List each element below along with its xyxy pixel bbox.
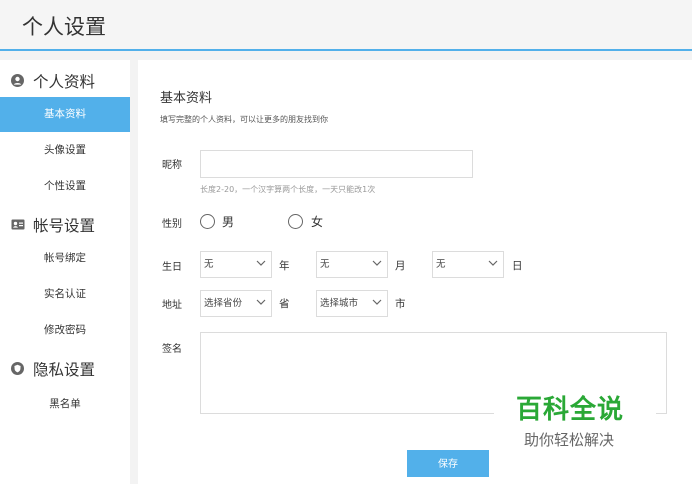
gender-male-radio[interactable] [200, 214, 215, 229]
sidebar-section-label: 个人资料 [33, 73, 96, 91]
nickname-label: 昵称 [162, 160, 182, 171]
watermark-tagline: 助你轻松解决 [524, 431, 615, 449]
gender-label: 性别 [162, 219, 182, 230]
province-unit: 省 [279, 298, 290, 310]
nickname-input[interactable] [200, 150, 473, 178]
section-subtitle: 填写完整的个人资料，可以让更多的朋友找到你 [160, 115, 328, 124]
chevron-down-icon [256, 299, 266, 305]
sidebar-item-real-name-auth[interactable]: 实名认证 [0, 277, 130, 312]
gender-female-label: 女 [311, 215, 324, 229]
chevron-down-icon [372, 260, 382, 266]
sidebar-section-label: 隐私设置 [33, 361, 96, 379]
birth-day-value: 无 [436, 259, 446, 270]
city-value: 选择城市 [320, 298, 359, 309]
birth-year-value: 无 [204, 259, 214, 270]
sidebar: 个人资料 基本资料 头像设置 个性设置 帐号设置 帐号绑定 实名认证 修改密码 … [0, 60, 130, 484]
province-value: 选择省份 [204, 298, 243, 309]
birth-day-select[interactable]: 无 [432, 251, 504, 278]
year-unit: 年 [279, 260, 290, 272]
id-card-icon [11, 219, 25, 230]
shield-icon [11, 362, 24, 375]
watermark-logo-text: 百科全说 [516, 395, 625, 425]
section-title: 基本资料 [160, 91, 213, 106]
city-select[interactable]: 选择城市 [316, 290, 388, 317]
top-bar: 个人设置 [0, 0, 692, 51]
user-circle-icon [11, 74, 24, 87]
sidebar-section-privacy-settings: 隐私设置 [0, 356, 130, 382]
sidebar-section-label: 帐号设置 [33, 217, 96, 235]
sidebar-item-personalization[interactable]: 个性设置 [0, 169, 130, 204]
page-title: 个人设置 [22, 15, 106, 39]
sidebar-item-avatar-settings[interactable]: 头像设置 [0, 133, 130, 168]
gender-male-label: 男 [222, 215, 235, 229]
birth-year-select[interactable]: 无 [200, 251, 272, 278]
city-unit: 市 [395, 298, 406, 310]
month-unit: 月 [395, 260, 406, 272]
sidebar-section-account-settings: 帐号设置 [0, 212, 130, 238]
day-unit: 日 [512, 260, 523, 272]
sidebar-item-blacklist[interactable]: 黑名单 [0, 387, 130, 422]
gender-female-radio[interactable] [288, 214, 303, 229]
chevron-down-icon [256, 260, 266, 266]
birth-month-select[interactable]: 无 [316, 251, 388, 278]
sidebar-item-account-binding[interactable]: 帐号绑定 [0, 241, 130, 276]
birth-month-value: 无 [320, 259, 330, 270]
watermark: 百科全说 助你轻松解决 [494, 386, 656, 456]
chevron-down-icon [488, 260, 498, 266]
save-button[interactable]: 保存 [407, 450, 489, 477]
sidebar-item-basic-info[interactable]: 基本资料 [0, 97, 130, 132]
nickname-hint: 长度2-20，一个汉字算两个长度，一天只能改1次 [200, 185, 376, 194]
sidebar-section-personal-info: 个人资料 [0, 68, 130, 94]
chevron-down-icon [372, 299, 382, 305]
signature-label: 签名 [162, 344, 182, 355]
address-label: 地址 [162, 300, 182, 311]
sidebar-item-change-password[interactable]: 修改密码 [0, 313, 130, 348]
province-select[interactable]: 选择省份 [200, 290, 272, 317]
birthday-label: 生日 [162, 262, 182, 273]
